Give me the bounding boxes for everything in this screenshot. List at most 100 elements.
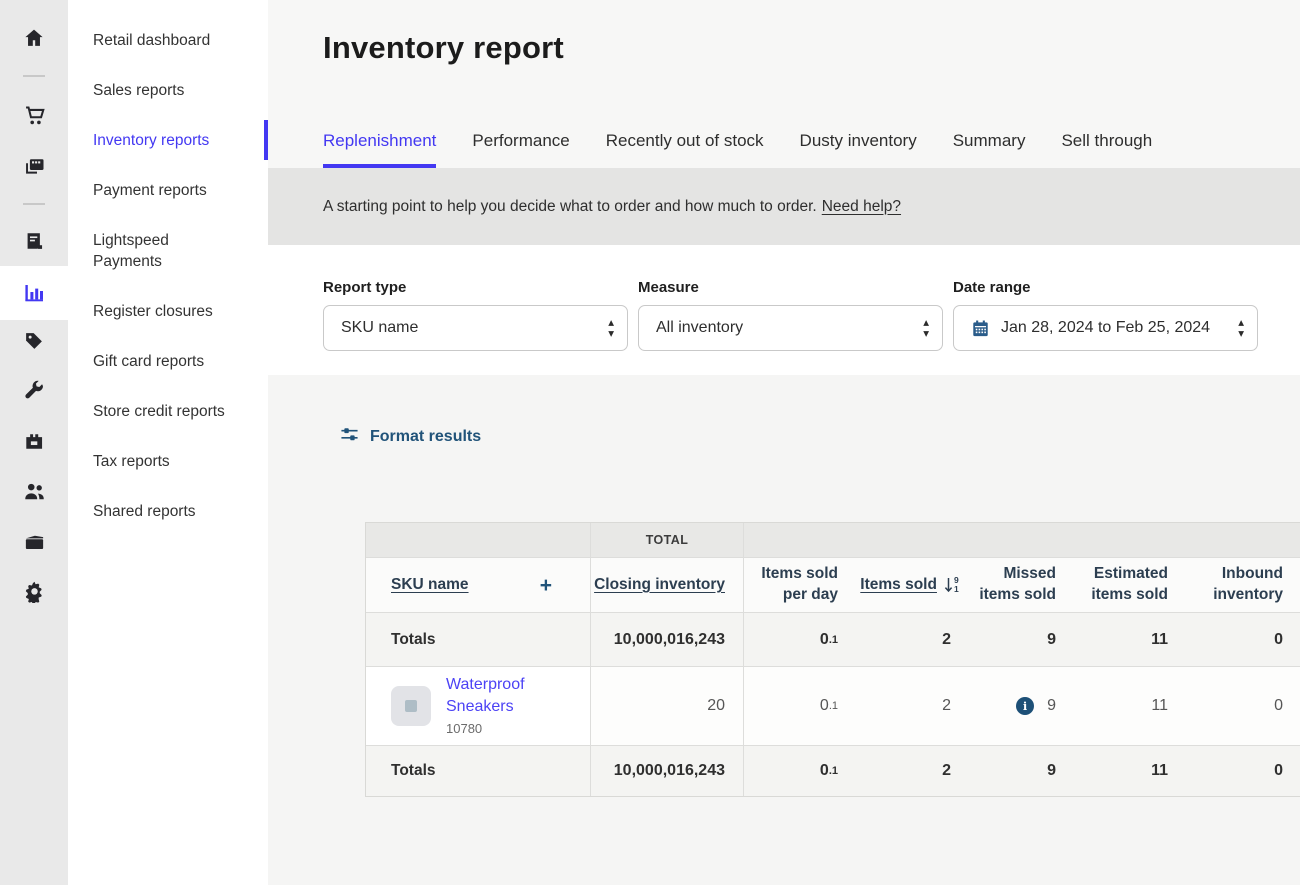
table-column-header-row: SKU name + Closing inventory Items sold … [366,558,1300,613]
sidebar-item-lightspeed-payments[interactable]: Lightspeed Payments [68,215,268,286]
sidebar-item-sales-reports[interactable]: Sales reports [68,65,268,115]
date-range-filter: Date range Jan 28, 2024 to Feb 25, 2024 … [953,279,1258,375]
tab-replenishment[interactable]: Replenishment [323,131,436,168]
totals-items-sold-per-day: 0.1 [744,746,856,796]
product-missed-items-sold: i 9 [969,667,1074,746]
filter-bar: Report type SKU name ▲▼ Measure All inve… [268,245,1300,375]
sidebar-item-shared-reports[interactable]: Shared reports [68,486,268,536]
totals-missed-items-sold: 9 [969,746,1074,796]
reports-sidebar: Retail dashboard Sales reports Inventory… [68,0,268,885]
sidebar-item-inventory-reports[interactable]: Inventory reports [68,115,268,165]
bar-chart-icon-active[interactable] [0,266,68,320]
info-banner: A starting point to help you decide what… [268,168,1300,245]
home-icon[interactable] [16,20,52,56]
sidebar-item-store-credit-reports[interactable]: Store credit reports [68,386,268,436]
column-header-closing-inventory: Closing inventory [591,558,744,613]
totals-estimated-items-sold: 11 [1074,746,1186,796]
totals-closing-inventory: 10,000,016,243 [591,613,744,667]
rail-divider [23,75,45,77]
measure-label: Measure [638,279,943,296]
report-type-select[interactable]: SKU name ▲▼ [323,305,628,351]
product-items-sold: 2 [856,667,969,746]
group-header-total: TOTAL [591,523,744,558]
sidebar-item-payment-reports[interactable]: Payment reports [68,165,268,215]
tab-dusty-inventory[interactable]: Dusty inventory [800,131,917,168]
spinner-arrows-icon[interactable]: ▲▼ [923,319,929,337]
items-sold-sort-link[interactable]: Items sold [860,575,937,596]
report-type-value: SKU name [341,319,418,337]
tab-recently-out-of-stock[interactable]: Recently out of stock [606,131,764,168]
product-cell: Waterproof Sneakers 10780 [366,667,591,746]
sort-descending-icon[interactable]: 91 [944,576,959,594]
cart-icon[interactable] [16,97,52,133]
image-placeholder-icon [405,700,417,712]
sidebar-item-retail-dashboard[interactable]: Retail dashboard [68,15,268,65]
group-header-empty-wide [744,523,1300,558]
users-icon[interactable] [16,473,52,509]
tab-sell-through[interactable]: Sell through [1061,131,1152,168]
sidebar-item-tax-reports[interactable]: Tax reports [68,436,268,486]
product-estimated-items-sold: 11 [1074,667,1186,746]
closing-inventory-sort-link[interactable]: Closing inventory [594,575,725,596]
product-thumbnail [391,686,431,726]
totals-missed-items-sold: 9 [969,613,1074,667]
calendar-icon [971,319,990,338]
apps-icon[interactable] [16,423,52,459]
measure-filter: Measure All inventory ▲▼ [638,279,943,375]
column-header-sku-name: SKU name + [366,558,591,613]
banner-text: A starting point to help you decide what… [323,198,817,216]
measure-value: All inventory [656,319,743,337]
register-icon[interactable] [16,148,52,184]
rail-divider [23,203,45,205]
product-row: Waterproof Sneakers 10780 20 0.1 2 i 9 1… [366,667,1300,746]
report-content: Format results TOTAL SKU name + Closing … [268,375,1300,885]
measure-select[interactable]: All inventory ▲▼ [638,305,943,351]
main-content: Inventory report Replenishment Performan… [268,0,1300,885]
totals-row-top: Totals 10,000,016,243 0.1 2 9 11 0 [366,613,1300,667]
date-range-select[interactable]: Jan 28, 2024 to Feb 25, 2024 ▲▼ [953,305,1258,351]
column-header-items-sold-per-day: Items sold per day [744,558,856,613]
tab-performance[interactable]: Performance [472,131,569,168]
column-header-items-sold: Items sold 91 [856,558,969,613]
icon-rail [0,0,68,885]
replenishment-table: TOTAL SKU name + Closing inventory Items… [365,522,1300,797]
table-group-header-row: TOTAL [366,523,1300,558]
page-title: Inventory report [323,30,564,66]
sidebar-item-gift-card-reports[interactable]: Gift card reports [68,336,268,386]
totals-label: Totals [366,746,591,796]
report-tabs: Replenishment Performance Recently out o… [323,131,1152,168]
page-header: Inventory report Replenishment Performan… [268,0,1300,168]
date-range-value: Jan 28, 2024 to Feb 25, 2024 [1001,319,1210,337]
spinner-arrows-icon[interactable]: ▲▼ [1238,319,1244,337]
group-header-empty [366,523,591,558]
totals-items-sold-per-day: 0.1 [744,613,856,667]
product-link[interactable]: Waterproof Sneakers [446,674,561,719]
need-help-link[interactable]: Need help? [822,198,901,216]
column-header-inbound-inventory: Inbound inventory [1186,558,1300,613]
format-results-label: Format results [370,428,481,446]
column-header-missed-items-sold: Missed items sold [969,558,1074,613]
info-icon[interactable]: i [1016,697,1034,715]
add-column-button[interactable]: + [540,575,552,596]
totals-estimated-items-sold: 11 [1074,613,1186,667]
column-header-estimated-items-sold: Estimated items sold [1074,558,1186,613]
totals-items-sold: 2 [856,613,969,667]
receipt-icon[interactable] [16,223,52,259]
sliders-icon [340,425,359,449]
wrench-icon[interactable] [16,373,52,409]
totals-row-bottom: Totals 10,000,016,243 0.1 2 9 11 0 [366,746,1300,796]
spinner-arrows-icon[interactable]: ▲▼ [608,319,614,337]
product-sku: 10780 [446,720,561,738]
totals-items-sold: 2 [856,746,969,796]
tag-icon[interactable] [16,323,52,359]
report-type-label: Report type [323,279,628,296]
product-inbound-inventory: 0 [1186,667,1300,746]
briefcase-icon[interactable] [16,523,52,559]
sku-name-sort-link[interactable]: SKU name [391,576,469,594]
sidebar-item-register-closures[interactable]: Register closures [68,286,268,336]
format-results-button[interactable]: Format results [340,425,481,449]
totals-inbound-inventory: 0 [1186,613,1300,667]
tab-summary[interactable]: Summary [953,131,1026,168]
product-closing-inventory: 20 [591,667,744,746]
gear-icon[interactable] [16,573,52,609]
